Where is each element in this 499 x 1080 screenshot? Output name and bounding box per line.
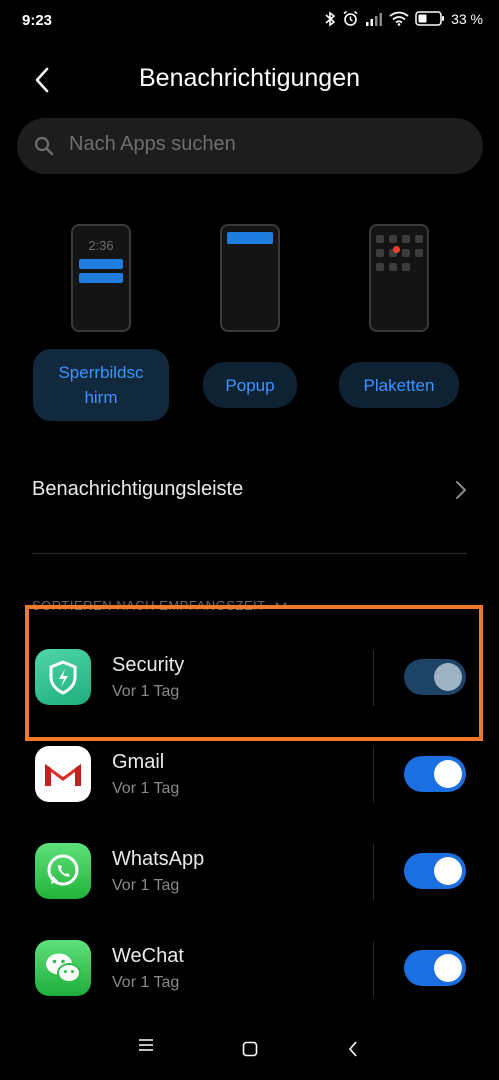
alarm-icon bbox=[342, 10, 359, 27]
signal-icon bbox=[365, 12, 383, 26]
style-badges-button[interactable]: Plaketten bbox=[339, 362, 459, 408]
bluetooth-icon bbox=[324, 10, 336, 27]
nav-menu-button[interactable] bbox=[138, 1038, 154, 1057]
wechat-app-icon bbox=[35, 940, 91, 996]
wifi-icon bbox=[389, 11, 409, 26]
divider bbox=[32, 553, 467, 554]
gmail-app-icon bbox=[35, 746, 91, 802]
search-placeholder: Nach Apps suchen bbox=[69, 133, 236, 155]
badge-dot bbox=[393, 246, 400, 253]
app-name: WeChat bbox=[112, 945, 184, 967]
app-name: Gmail bbox=[112, 751, 165, 773]
preview-notification bbox=[79, 259, 123, 269]
style-popup-button[interactable]: Popup bbox=[203, 362, 297, 408]
status-time: 9:23 bbox=[22, 12, 53, 29]
page-title: Benachrichtigungen bbox=[139, 64, 360, 92]
nav-back-button[interactable] bbox=[348, 1040, 358, 1063]
preview-time: 2:36 bbox=[88, 238, 114, 253]
lockscreen-preview: 2:36 bbox=[71, 224, 131, 332]
gmail-toggle[interactable] bbox=[404, 756, 466, 792]
battery-icon bbox=[415, 11, 445, 26]
nav-home-button[interactable] bbox=[242, 1041, 258, 1062]
style-lockscreen-button[interactable]: Sperrbildsc hirm bbox=[33, 349, 169, 421]
preview-notification bbox=[79, 273, 123, 283]
row-separator bbox=[373, 941, 374, 997]
chevron-right-icon bbox=[455, 480, 467, 505]
whatsapp-app-icon bbox=[35, 843, 91, 899]
row-separator bbox=[373, 844, 374, 900]
wechat-toggle[interactable] bbox=[404, 950, 466, 986]
menu-icon bbox=[138, 1039, 154, 1056]
search-icon bbox=[34, 136, 54, 161]
app-time: Vor 1 Tag bbox=[112, 780, 180, 797]
popup-preview bbox=[220, 224, 280, 332]
badges-preview bbox=[369, 224, 429, 332]
status-icons: 33 % bbox=[324, 10, 483, 27]
preview-popup-banner bbox=[227, 232, 273, 244]
battery-percent: 33 % bbox=[451, 10, 483, 27]
back-icon bbox=[348, 1041, 358, 1062]
highlight-box bbox=[25, 605, 483, 741]
notification-bar-label: Benachrichtigungsleiste bbox=[32, 478, 244, 500]
app-name: WhatsApp bbox=[112, 848, 205, 870]
app-time: Vor 1 Tag bbox=[112, 974, 180, 991]
app-time: Vor 1 Tag bbox=[112, 877, 180, 894]
whatsapp-toggle[interactable] bbox=[404, 853, 466, 889]
home-icon bbox=[242, 1041, 258, 1061]
row-separator bbox=[373, 747, 374, 803]
